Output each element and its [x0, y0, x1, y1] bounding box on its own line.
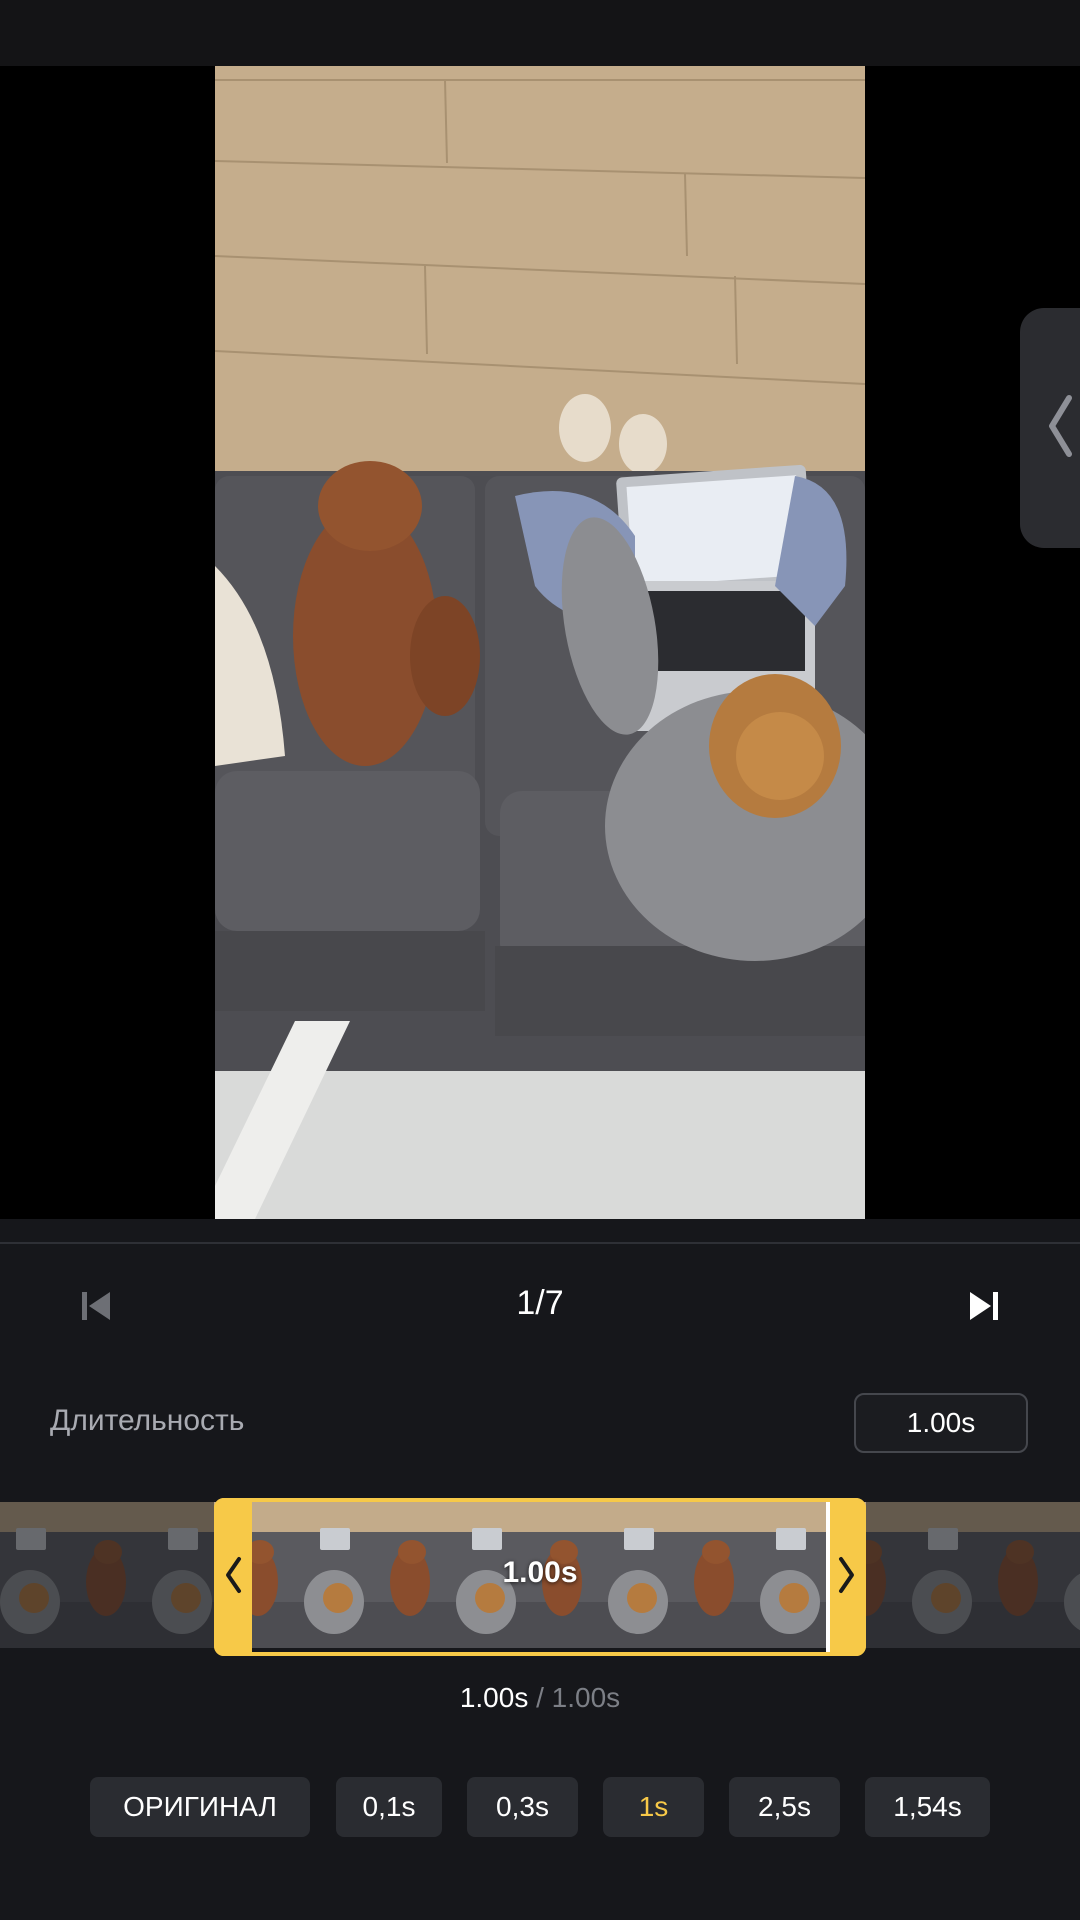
preset-original[interactable]: ОРИГИНАЛ	[90, 1777, 310, 1837]
total-time: 1.00s	[551, 1682, 621, 1713]
preset-1s[interactable]: 1s	[603, 1777, 704, 1837]
side-panel-toggle[interactable]	[1020, 308, 1080, 548]
preset-0-1s[interactable]: 0,1s	[336, 1777, 442, 1837]
playhead[interactable]	[826, 1502, 830, 1652]
duration-presets: ОРИГИНАЛ 0,1s 0,3s 1s 2,5s 1,54s	[0, 1777, 1080, 1837]
trim-handle-left[interactable]	[214, 1498, 252, 1656]
clip-counter: 1/7	[516, 1284, 564, 1322]
skip-back-icon	[81, 1290, 111, 1327]
skip-forward-icon	[969, 1290, 999, 1327]
timeline-dim-right	[866, 1502, 1080, 1648]
clip-duration-label: 1.00s	[502, 1556, 578, 1589]
time-separator: /	[536, 1682, 544, 1713]
preset-2-5s[interactable]: 2,5s	[729, 1777, 840, 1837]
duration-input[interactable]: 1.00s	[854, 1393, 1028, 1453]
preset-1-54s[interactable]: 1,54s	[865, 1777, 990, 1837]
previous-clip-button[interactable]	[70, 1282, 122, 1334]
next-clip-button[interactable]	[958, 1282, 1010, 1334]
current-time: 1.00s	[459, 1682, 529, 1713]
trim-handle-right[interactable]	[828, 1498, 866, 1656]
duration-label: Длительность	[50, 1404, 245, 1437]
top-bar	[0, 0, 1080, 66]
clip-navigation: 1/7	[0, 1270, 1080, 1340]
chevron-right-icon	[838, 1556, 856, 1599]
timeline-dim-left	[0, 1502, 214, 1648]
preview-photo	[215, 66, 865, 1219]
media-preview	[0, 66, 1080, 1219]
chevron-left-icon	[224, 1556, 242, 1599]
divider	[0, 1242, 1080, 1244]
time-readout: 1.00s / 1.00s	[340, 1682, 740, 1714]
chevron-left-icon	[1047, 394, 1073, 463]
preset-0-3s[interactable]: 0,3s	[467, 1777, 578, 1837]
